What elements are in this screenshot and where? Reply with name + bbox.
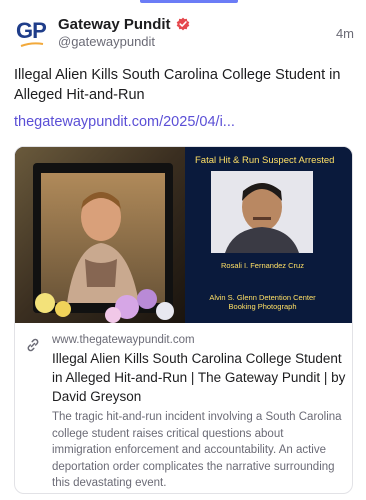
detention-caption: Alvin S. Glenn Detention Center Booking …: [185, 293, 340, 311]
victim-photo: [15, 147, 185, 323]
link-domain: www.thegatewaypundit.com: [52, 334, 195, 346]
avatar[interactable]: GP: [14, 16, 48, 50]
link-preview-image[interactable]: Fatal Hit & Run Suspect Arrested Rosali …: [15, 147, 352, 323]
suspect-headline: Fatal Hit & Run Suspect Arrested: [195, 155, 335, 166]
post-card[interactable]: GP Gateway Pundit @gatewaypundit 4m Ille…: [0, 0, 366, 500]
chain-link-icon: [27, 338, 39, 352]
post-link[interactable]: thegatewaypundit.com/2025/04/i...: [14, 114, 235, 130]
author-name-row: Gateway Pundit: [58, 14, 190, 34]
link-preview-card[interactable]: Fatal Hit & Run Suspect Arrested Rosali …: [14, 146, 353, 494]
post-header: GP Gateway Pundit @gatewaypundit 4m: [14, 14, 354, 54]
link-title[interactable]: Illegal Alien Kills South Carolina Colle…: [52, 349, 346, 406]
verified-badge-icon: [176, 17, 189, 31]
author-handle[interactable]: @gatewaypundit: [58, 34, 155, 49]
suspect-booking-panel: Fatal Hit & Run Suspect Arrested Rosali …: [185, 147, 352, 323]
link-preview-body[interactable]: www.thegatewaypundit.com Illegal Alien K…: [15, 323, 352, 493]
suspect-name: Rosali I. Fernandez Cruz: [221, 261, 304, 270]
booking-photo-line: Booking Photograph: [228, 302, 297, 311]
link-description: The tragic hit-and-run incident involvin…: [52, 411, 342, 489]
detention-center-line: Alvin S. Glenn Detention Center: [209, 293, 316, 302]
framed-photo-illustration: [15, 147, 185, 323]
post-text: Illegal Alien Kills South Carolina Colle…: [14, 67, 341, 103]
avatar-logo-text: GP: [16, 18, 47, 43]
author-name[interactable]: Gateway Pundit: [58, 16, 171, 33]
avatar-swoosh-icon: [20, 42, 44, 47]
suspect-mugshot: [211, 171, 313, 253]
mugshot-illustration: [211, 171, 313, 253]
post-timestamp[interactable]: 4m: [336, 26, 354, 41]
